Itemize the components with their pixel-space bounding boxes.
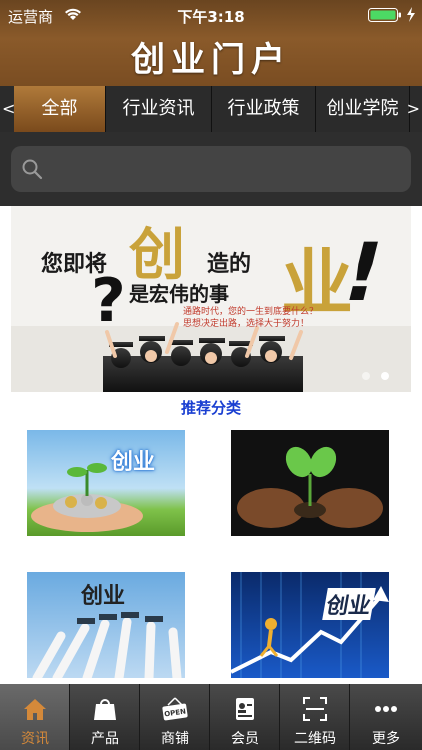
- promo-banner[interactable]: ? 您即将 创 造的 是宏伟的事 业 ! 通路时代，您的一生到底要什么？ 思想决…: [11, 206, 411, 392]
- banner-slogan: 通路时代，您的一生到底要什么？ 思想决定出路，选择大于努力！: [183, 306, 318, 330]
- carousel-indicator: [356, 365, 389, 384]
- category-card-2[interactable]: [231, 430, 389, 536]
- nav-item-qrcode[interactable]: 二维码: [280, 684, 350, 750]
- tab-all[interactable]: 全部: [14, 86, 106, 132]
- battery-icon: [368, 8, 401, 22]
- nav-label-products: 产品: [91, 731, 119, 747]
- category-label-3: 创业: [81, 584, 126, 609]
- banner-text-line2: 是宏伟的事: [129, 282, 229, 306]
- open-sign-icon: OPEN: [162, 697, 188, 721]
- nav-item-news[interactable]: 资讯: [0, 684, 70, 750]
- nav-item-more[interactable]: 更多: [350, 684, 422, 750]
- search-input[interactable]: [11, 146, 411, 192]
- banner-text-line1: 您即将: [41, 252, 108, 277]
- coins-sprout-image: [31, 463, 143, 532]
- search-icon: [22, 159, 43, 180]
- tab-industry-policy[interactable]: 行业政策: [212, 86, 316, 132]
- nav-item-members[interactable]: 会员: [210, 684, 280, 750]
- bottom-nav: 资讯 产品 OPEN 商铺 会员 二维码 更多: [0, 684, 422, 750]
- banner-slogan-line2: 思想决定出路，选择大于努力！: [183, 319, 310, 329]
- nav-label-shops: 商铺: [161, 731, 189, 747]
- nav-label-news: 资讯: [21, 731, 49, 747]
- banner-text-line1b: 造的: [207, 252, 252, 277]
- page-title: 创业门户: [131, 40, 291, 80]
- home-icon: [24, 699, 46, 720]
- tabs-scroll-right[interactable]: >: [407, 86, 420, 132]
- qr-scan-icon: [303, 697, 327, 721]
- nav-label-members: 会员: [231, 731, 259, 747]
- carousel-dot[interactable]: [361, 372, 370, 380]
- status-time: 下午3:18: [177, 8, 245, 26]
- category-label-1: 创业: [111, 450, 156, 475]
- category-tabs: < 全部 行业资讯 行业政策 创业学院 >: [0, 86, 422, 132]
- category-card-4[interactable]: 创业: [231, 572, 389, 678]
- status-bar: 运营商 下午3:18: [0, 0, 422, 30]
- category-card-3[interactable]: 创业: [27, 572, 185, 678]
- nav-label-more: 更多: [372, 731, 400, 747]
- nav-item-products[interactable]: 产品: [70, 684, 140, 750]
- section-title: 推荐分类: [180, 399, 241, 417]
- tab-industry-news[interactable]: 行业资讯: [106, 86, 212, 132]
- member-card-icon: [236, 698, 254, 720]
- category-card-1[interactable]: 创业: [27, 430, 185, 536]
- app-header: 运营商 下午3:18 创业门户: [0, 0, 422, 86]
- nav-item-shops[interactable]: OPEN 商铺: [140, 684, 210, 750]
- charging-bolt-icon: [407, 7, 415, 22]
- tab-startup-academy[interactable]: 创业学院: [316, 86, 410, 132]
- more-icon: [375, 706, 397, 712]
- bag-icon: [94, 699, 116, 720]
- category-label-4: 创业: [322, 588, 376, 620]
- nav-label-qrcode: 二维码: [294, 731, 336, 747]
- banner-slogan-line1: 通路时代，您的一生到底要什么？: [183, 307, 319, 317]
- search-bar: [0, 132, 422, 206]
- carousel-dot-active[interactable]: [381, 372, 389, 380]
- hands-seedling-image: [237, 446, 383, 528]
